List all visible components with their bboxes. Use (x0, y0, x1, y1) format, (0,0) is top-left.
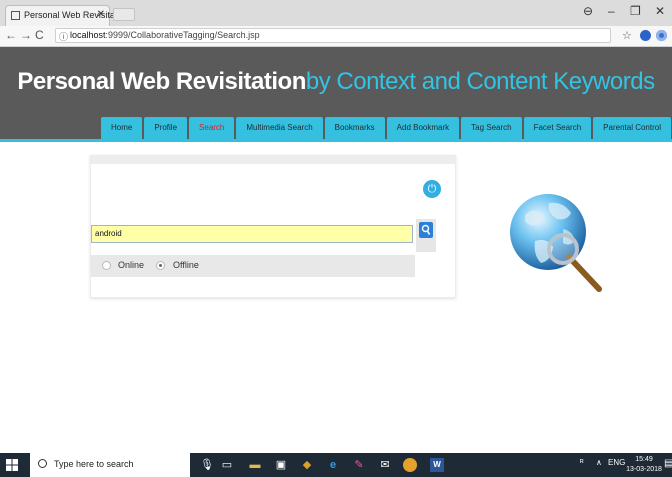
tab-title: Personal Web Revisitatio (24, 10, 125, 20)
tray-chevron-icon[interactable]: ∧ (596, 458, 602, 467)
menu-item-bookmarks[interactable]: Bookmarks (324, 117, 385, 139)
mode-options: Online Offline (91, 255, 415, 277)
menu-item-facet-search[interactable]: Facet Search (523, 117, 592, 139)
page-favicon-icon (11, 11, 20, 20)
microphone-icon[interactable]: 🎙 (200, 458, 214, 472)
online-radio[interactable] (102, 261, 111, 270)
site-title: Personal Web Revisitationby Context and … (0, 68, 672, 96)
site-header: Personal Web Revisitationby Context and … (0, 47, 672, 139)
panel-top-strip (91, 156, 455, 164)
offline-radio[interactable] (156, 261, 165, 270)
folder-app-icon[interactable]: ◆ (300, 458, 314, 472)
task-view-icon[interactable]: ▭ (220, 458, 234, 472)
search-panel: ⏻ android Online Offline (90, 155, 456, 298)
url-path: :9999/CollaborativeTagging/Search.jsp (105, 30, 260, 40)
offline-label: Offline (173, 260, 199, 270)
menu-item-profile[interactable]: Profile (144, 117, 188, 139)
store-icon[interactable]: ▣ (274, 458, 288, 472)
tab-close-icon[interactable]: ✕ (97, 9, 105, 20)
mail-icon[interactable]: ✉ (378, 458, 392, 472)
site-title-main: Personal Web Revisitation (17, 68, 306, 95)
menu-item-add-bookmark[interactable]: Add Bookmark (386, 117, 460, 139)
close-window-icon[interactable]: ✕ (655, 4, 665, 18)
cortana-circle-icon (38, 459, 47, 468)
magnifier-icon (421, 224, 431, 235)
system-clock[interactable]: 15:49 13-03-2018 (624, 455, 664, 475)
paint-app-icon[interactable]: ✎ (352, 458, 366, 472)
notifications-icon[interactable]: ▤ (664, 458, 672, 469)
search-input[interactable]: android (91, 225, 413, 243)
language-indicator[interactable]: ENG (608, 458, 625, 467)
people-icon[interactable]: ᴿ (580, 458, 584, 467)
site-info-icon[interactable]: ⓘ (59, 30, 68, 43)
edge-browser-icon[interactable]: e (326, 458, 340, 472)
windows-start-icon[interactable] (6, 459, 18, 471)
clock-date: 13-03-2018 (626, 466, 662, 473)
profile-icon[interactable]: ⊖ (583, 4, 593, 18)
new-tab-button[interactable] (113, 8, 135, 21)
menu-item-parental-control[interactable]: Parental Control (593, 117, 671, 139)
extension-icon[interactable] (640, 30, 651, 41)
menu-item-search[interactable]: Search (189, 117, 235, 139)
taskbar-search-box[interactable]: Type here to search (30, 453, 190, 477)
chrome-extension-icon[interactable] (656, 30, 667, 41)
online-label: Online (118, 260, 145, 270)
main-menu: Home Profile Search Multimedia Search Bookma… (101, 117, 672, 139)
logout-power-icon[interactable]: ⏻ (423, 180, 441, 198)
menu-item-multimedia-search[interactable]: Multimedia Search (236, 117, 323, 139)
maximize-icon[interactable]: ❐ (630, 4, 641, 18)
clock-time: 15:49 (635, 456, 653, 463)
site-title-tail: by Context and Content Keywords (305, 68, 655, 95)
chrome-taskbar-icon[interactable] (403, 458, 417, 472)
browser-tab[interactable]: Personal Web Revisitatio ✕ (5, 5, 124, 26)
minimize-icon[interactable]: – (608, 4, 615, 18)
header-divider (0, 139, 672, 142)
address-bar-row: ← → C ⓘ localhost:9999/CollaborativeTagg… (0, 26, 672, 47)
back-icon[interactable]: ← (5, 28, 17, 42)
browser-tab-bar: Personal Web Revisitatio ✕ ⊖ – ❐ ✕ (0, 0, 672, 26)
taskbar-search-placeholder: Type here to search (54, 459, 134, 469)
url-host: localhost (70, 30, 106, 40)
word-app-icon[interactable]: W (430, 458, 444, 472)
file-explorer-icon[interactable]: ▬ (248, 458, 262, 472)
menu-item-home[interactable]: Home (101, 117, 143, 139)
url-input[interactable]: ⓘ localhost:9999/CollaborativeTagging/Se… (55, 28, 611, 43)
windows-taskbar: Type here to search 🎙 ▭ ▬ ▣ ◆ e ✎ ✉ W ᴿ … (0, 453, 672, 477)
search-button[interactable] (419, 222, 433, 238)
forward-icon[interactable]: → (20, 28, 32, 42)
globe-search-illustration (505, 185, 608, 297)
url-text: localhost:9999/CollaborativeTagging/Sear… (70, 30, 260, 40)
menu-item-tag-search[interactable]: Tag Search (461, 117, 522, 139)
reload-icon[interactable]: C (35, 28, 44, 42)
bookmark-star-icon[interactable]: ☆ (622, 29, 632, 42)
